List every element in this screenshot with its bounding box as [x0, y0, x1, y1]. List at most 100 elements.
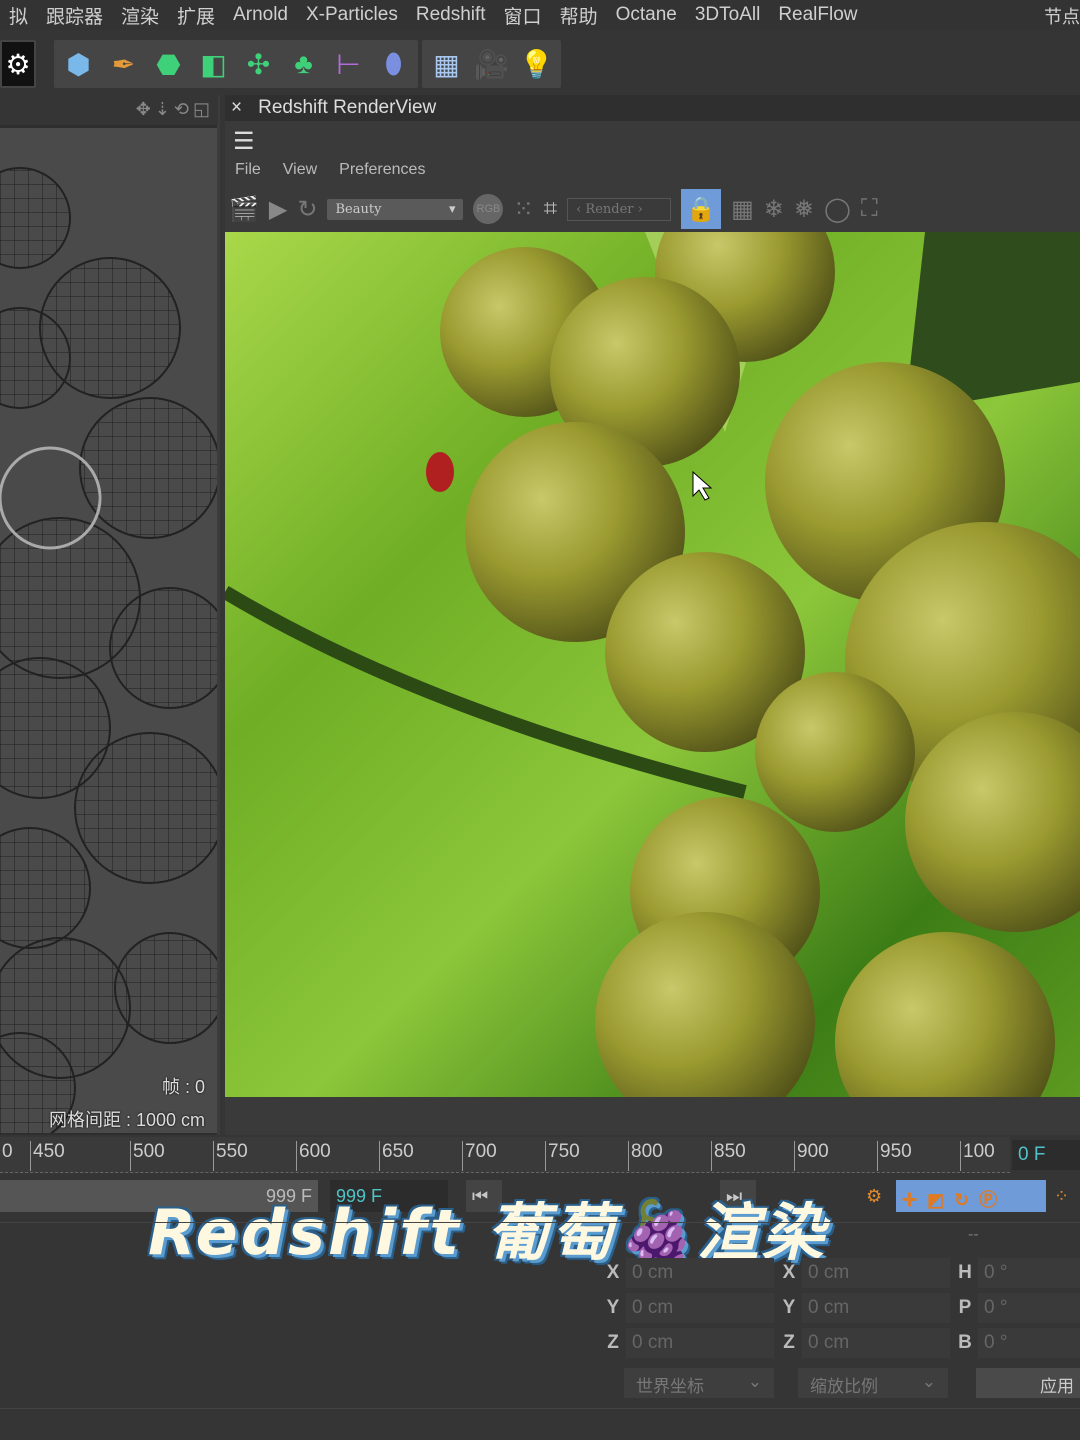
wireframe-grapes: [0, 167, 217, 1133]
array-icon[interactable]: ✣: [236, 42, 281, 86]
autokey-icon[interactable]: ⚙: [860, 1180, 890, 1212]
redshift-renderview-panel: × Redshift RenderView ☰ File View Prefer…: [225, 95, 1080, 1135]
size-z-field[interactable]: 0 cm: [802, 1328, 950, 1358]
light-icon[interactable]: 💡: [514, 42, 559, 86]
apply-button[interactable]: 应用: [976, 1368, 1080, 1398]
menu-item[interactable]: 渲染: [121, 2, 159, 29]
axis-label: P: [958, 1297, 972, 1318]
tick-label: 800: [628, 1141, 663, 1171]
toolbar: ⚙ ⬢ ✒ ⬣ ◧ ✣ ♣ ⊢ ⬮ ▦ 🎥 💡: [0, 40, 561, 88]
render-settings-icon[interactable]: ⚙: [2, 42, 34, 86]
dots-icon[interactable]: ⁘: [1048, 1180, 1080, 1212]
divider: [0, 1408, 1080, 1409]
crop-icon[interactable]: ⌗: [544, 195, 558, 223]
renderview-title: Redshift RenderView: [258, 97, 437, 118]
render-image: [225, 232, 1080, 1097]
axis-label: X: [606, 1262, 620, 1283]
axis-label: Y: [606, 1297, 620, 1318]
tick-label: 100: [960, 1141, 995, 1171]
scale-value: 缩放比例: [810, 1377, 878, 1396]
tick-label: 750: [545, 1141, 580, 1171]
chevron-down-icon: ⌄: [921, 1372, 936, 1391]
renderview-tab[interactable]: × Redshift RenderView: [225, 95, 1080, 121]
axis-label: X: [782, 1262, 796, 1283]
snowflake-g-icon[interactable]: ❅: [794, 195, 814, 224]
transform-keys-icons[interactable]: ✛◩↻Ⓟ: [896, 1180, 1046, 1212]
floor-icon[interactable]: ▦: [424, 42, 469, 86]
hamburger-menu-icon[interactable]: ☰: [233, 127, 255, 156]
menu-item[interactable]: 跟踪器: [46, 2, 103, 29]
pos-y-field[interactable]: 0 cm: [626, 1293, 774, 1323]
grid-dots-icon[interactable]: ⁙: [513, 195, 533, 224]
tick-label: 900: [794, 1141, 829, 1171]
tick-label: 500: [130, 1141, 165, 1171]
menu-item[interactable]: 扩展: [177, 2, 215, 29]
aov-value: Beauty: [335, 201, 382, 217]
axis-label: Y: [782, 1297, 796, 1318]
tick-label: 850: [711, 1141, 746, 1171]
grapes-render: [225, 232, 1080, 1097]
menubar: 拟 跟踪器 渲染 扩展 Arnold X-Particles Redshift …: [0, 0, 1080, 30]
cube-icon[interactable]: ⬢: [56, 42, 101, 86]
rot-p-field[interactable]: 0 °: [978, 1293, 1080, 1323]
menu-item[interactable]: Redshift: [416, 4, 486, 26]
divider: [0, 1222, 1080, 1223]
timeline-ruler[interactable]: 0 450 500 550 600 650 700 750 800 850 90…: [0, 1137, 1010, 1173]
viewport-3d[interactable]: 帧 : 0 网格间距 : 1000 cm: [0, 128, 217, 1133]
chevron-down-icon: ▾: [448, 201, 456, 217]
bend-icon[interactable]: ⬮: [371, 42, 416, 86]
scale-mode-dropdown[interactable]: 缩放比例 ⌄: [798, 1368, 948, 1398]
viewport-nav-icons[interactable]: ✥⇣⟲◱: [0, 95, 218, 125]
rot-h-field[interactable]: 0 °: [978, 1258, 1080, 1288]
render-selector[interactable]: ‹ Render ›: [567, 197, 672, 221]
menu-item[interactable]: 窗口: [504, 2, 542, 29]
tiles-icon[interactable]: ▦: [731, 195, 754, 224]
pen-icon[interactable]: ✒: [101, 42, 146, 86]
camera-icon[interactable]: 🎥: [469, 42, 514, 86]
snowflake-icon[interactable]: ❄: [764, 195, 784, 224]
menu-item-nodes[interactable]: 节点: [1044, 3, 1080, 29]
rgb-button[interactable]: RGB: [473, 194, 504, 224]
focus-icon[interactable]: ⛶: [861, 195, 878, 223]
tick-label: 0: [2, 1141, 13, 1162]
menu-item[interactable]: 帮助: [560, 2, 598, 29]
close-icon[interactable]: ×: [231, 97, 242, 119]
cloner-icon[interactable]: ♣: [281, 42, 326, 86]
pos-x-field[interactable]: 0 cm: [626, 1258, 774, 1288]
coordinates-manager: X0 cm X0 cm H0 ° Y0 cm Y0 cm P0 ° Z0 cm …: [600, 1258, 1080, 1408]
grid-spacing-label: 网格间距 : 1000 cm: [48, 1110, 205, 1130]
menu-item[interactable]: Octane: [616, 4, 677, 26]
size-x-field[interactable]: 0 cm: [802, 1258, 950, 1288]
viewport-panel: ✥⇣⟲◱ 帧 : 0 网格间距 : 1000 cm: [0, 95, 220, 1135]
extrude-icon[interactable]: ◧: [191, 42, 236, 86]
menu-item[interactable]: 拟: [9, 2, 28, 29]
menu-view[interactable]: View: [283, 161, 317, 179]
circle-icon[interactable]: ◯: [824, 195, 851, 224]
menu-file[interactable]: File: [235, 161, 261, 179]
space-value: 世界坐标: [636, 1377, 704, 1396]
lock-icon[interactable]: 🔒: [681, 189, 722, 229]
pos-z-field[interactable]: 0 cm: [626, 1328, 774, 1358]
size-y-field[interactable]: 0 cm: [802, 1293, 950, 1323]
play-icon[interactable]: ▶: [269, 195, 287, 224]
menu-item[interactable]: 3DToAll: [695, 4, 760, 26]
menu-item[interactable]: RealFlow: [778, 4, 857, 26]
tick-label: 600: [296, 1141, 331, 1171]
rot-b-field[interactable]: 0 °: [978, 1328, 1080, 1358]
axis-label: Z: [607, 1332, 619, 1353]
menu-preferences[interactable]: Preferences: [339, 161, 425, 179]
current-frame-field[interactable]: 0 F: [1012, 1140, 1080, 1170]
coordinate-space-dropdown[interactable]: 世界坐标 ⌄: [624, 1368, 774, 1398]
clapper-icon[interactable]: 🎬: [229, 195, 259, 224]
tick-label: 550: [213, 1141, 248, 1171]
frame-label: 帧 : 0: [161, 1077, 205, 1097]
menu-item[interactable]: Arnold: [233, 4, 288, 26]
aov-dropdown[interactable]: Beauty ▾: [327, 198, 464, 220]
refresh-icon[interactable]: ↻: [297, 195, 317, 224]
menu-item[interactable]: X-Particles: [306, 4, 398, 26]
axis-label: H: [958, 1262, 972, 1283]
dash-label: --: [968, 1226, 979, 1243]
deformer-icon[interactable]: ⊢: [326, 42, 371, 86]
tick-label: 950: [877, 1141, 912, 1171]
subdivision-icon[interactable]: ⬣: [146, 42, 191, 86]
